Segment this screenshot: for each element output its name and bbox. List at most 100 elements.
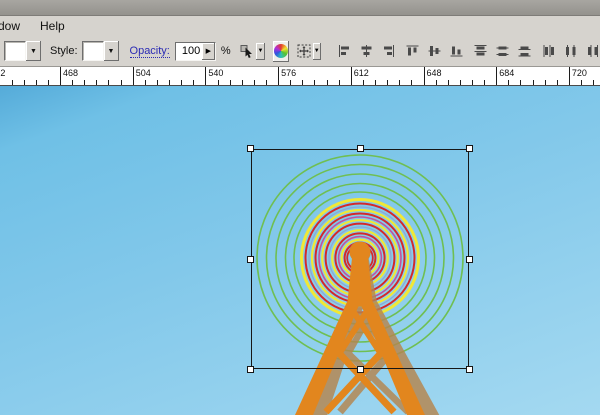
ruler-major-tick: [350, 67, 352, 85]
selection-handle-top-right[interactable]: [466, 145, 473, 152]
ruler-minor-tick: [387, 80, 389, 85]
ruler-minor-tick: [217, 80, 219, 85]
ruler-minor-tick: [411, 80, 413, 85]
slider-arrow-icon[interactable]: ▶: [201, 42, 215, 60]
ruler-minor-tick: [459, 80, 461, 85]
chevron-down-icon[interactable]: ▼: [256, 42, 265, 60]
window-titlebar[interactable]: [0, 0, 600, 16]
ruler-minor-tick: [35, 80, 37, 85]
auto-select-cursor-icon[interactable]: [240, 43, 255, 59]
ruler-minor-tick: [108, 80, 110, 85]
distribute-horizontal-centers-icon[interactable]: [563, 43, 578, 59]
align-left-edges-icon[interactable]: [337, 43, 352, 59]
ruler-minor-tick: [84, 80, 86, 85]
style-dropdown[interactable]: ▼: [81, 41, 119, 61]
style-label: Style:: [50, 45, 78, 57]
transform-controls-icon[interactable]: [296, 43, 312, 59]
align-bottom-edges-icon[interactable]: [449, 43, 464, 59]
ruler-tick-label: 684: [499, 68, 515, 78]
ruler-minor-tick: [556, 80, 558, 85]
align-top-edges-icon[interactable]: [405, 43, 420, 59]
ruler-minor-tick: [484, 80, 486, 85]
align-horizontal-centers-icon[interactable]: [359, 43, 374, 59]
ruler-tick-label: 576: [281, 68, 297, 78]
ruler-tick-label: 612: [353, 68, 369, 78]
align-right-edges-icon[interactable]: [381, 43, 396, 59]
ruler-minor-tick: [253, 80, 255, 85]
ruler-major-tick: [60, 67, 61, 85]
ruler-minor-tick: [229, 80, 231, 85]
ruler-minor-tick: [471, 80, 473, 85]
ruler-minor-tick: [290, 80, 292, 85]
selection-handle-bottom-middle[interactable]: [357, 366, 364, 373]
percent-label: %: [220, 45, 231, 57]
ruler-minor-tick: [11, 80, 13, 85]
ruler-minor-tick: [362, 80, 364, 85]
selection-handle-bottom-right[interactable]: [466, 366, 473, 373]
chevron-down-icon[interactable]: ▼: [26, 41, 41, 61]
ruler-minor-tick: [508, 80, 510, 85]
distribute-top-edges-icon[interactable]: [473, 43, 488, 59]
document-canvas[interactable]: [0, 86, 600, 415]
ruler-tick-label: 504: [135, 68, 151, 78]
ruler-minor-tick: [435, 80, 437, 85]
ruler-minor-tick: [72, 80, 74, 85]
ruler-minor-tick: [375, 80, 377, 85]
style-field: [81, 41, 104, 61]
tool-preset-dropdown[interactable]: ▼: [4, 41, 41, 61]
ruler-minor-tick: [181, 80, 183, 85]
application-window: dow Help ▼ Style: ▼ Opacity: ▶ % ▼: [0, 0, 600, 415]
selection-bounding-box[interactable]: [247, 145, 473, 373]
distribute-bottom-edges-icon[interactable]: [517, 43, 532, 59]
ruler-tick-label: 648: [426, 68, 442, 78]
chevron-down-icon[interactable]: ▼: [103, 41, 119, 61]
ruler-minor-tick: [120, 80, 122, 85]
chevron-down-icon[interactable]: ▼: [312, 42, 321, 60]
distribute-left-edges-icon[interactable]: [542, 43, 557, 59]
ruler-minor-tick: [593, 80, 595, 85]
opacity-field[interactable]: ▶: [174, 41, 216, 61]
ruler-minor-tick: [399, 80, 401, 85]
distribute-vertical-centers-icon[interactable]: [495, 43, 510, 59]
selection-handle-bottom-left[interactable]: [247, 366, 254, 373]
opacity-input[interactable]: [175, 42, 202, 60]
distribute-right-edges-icon[interactable]: [585, 43, 600, 59]
ruler-major-tick: [496, 67, 498, 85]
ruler-minor-tick: [520, 80, 522, 85]
ruler-major-tick: [568, 67, 570, 85]
opacity-label[interactable]: Opacity:: [129, 45, 170, 58]
ruler-tick-label: 468: [63, 68, 79, 78]
ruler-minor-tick: [302, 80, 304, 85]
ruler-minor-tick: [169, 80, 171, 85]
ruler-minor-tick: [532, 80, 534, 85]
selection-handle-middle-left[interactable]: [247, 256, 254, 263]
menu-item-help[interactable]: Help: [30, 17, 75, 35]
ruler-minor-tick: [23, 80, 25, 85]
align-vertical-centers-icon[interactable]: [427, 43, 442, 59]
ruler-tick-label: 720: [571, 68, 587, 78]
ruler-minor-tick: [47, 80, 49, 85]
ruler-minor-tick: [314, 80, 316, 85]
selection-handle-middle-right[interactable]: [466, 256, 473, 263]
ruler-minor-tick: [241, 80, 243, 85]
ruler-major-tick: [132, 67, 134, 85]
menu-bar: dow Help: [0, 16, 600, 36]
ruler-tick-label: 540: [208, 68, 224, 78]
color-wheel-icon: [273, 44, 288, 58]
menu-item-window-partial[interactable]: dow: [0, 17, 30, 35]
tool-preset-field: [4, 41, 26, 61]
selection-handle-top-middle[interactable]: [357, 145, 364, 152]
ruler-minor-tick: [581, 80, 583, 85]
color-wheel-button[interactable]: [272, 40, 289, 62]
horizontal-ruler[interactable]: 432 468 504 540 576 612 648 684 720: [0, 67, 600, 86]
ruler-minor-tick: [156, 80, 158, 85]
tool-options-bar: ▼ Style: ▼ Opacity: ▶ % ▼: [0, 36, 600, 67]
ruler-minor-tick: [193, 80, 195, 85]
ruler-minor-tick: [265, 80, 267, 85]
ruler-minor-tick: [144, 80, 146, 85]
selection-handle-top-left[interactable]: [247, 145, 254, 152]
ruler-major-tick: [423, 67, 425, 85]
ruler-minor-tick: [544, 80, 546, 85]
ruler-minor-tick: [326, 80, 328, 85]
ruler-tick-label: 432: [0, 68, 6, 78]
